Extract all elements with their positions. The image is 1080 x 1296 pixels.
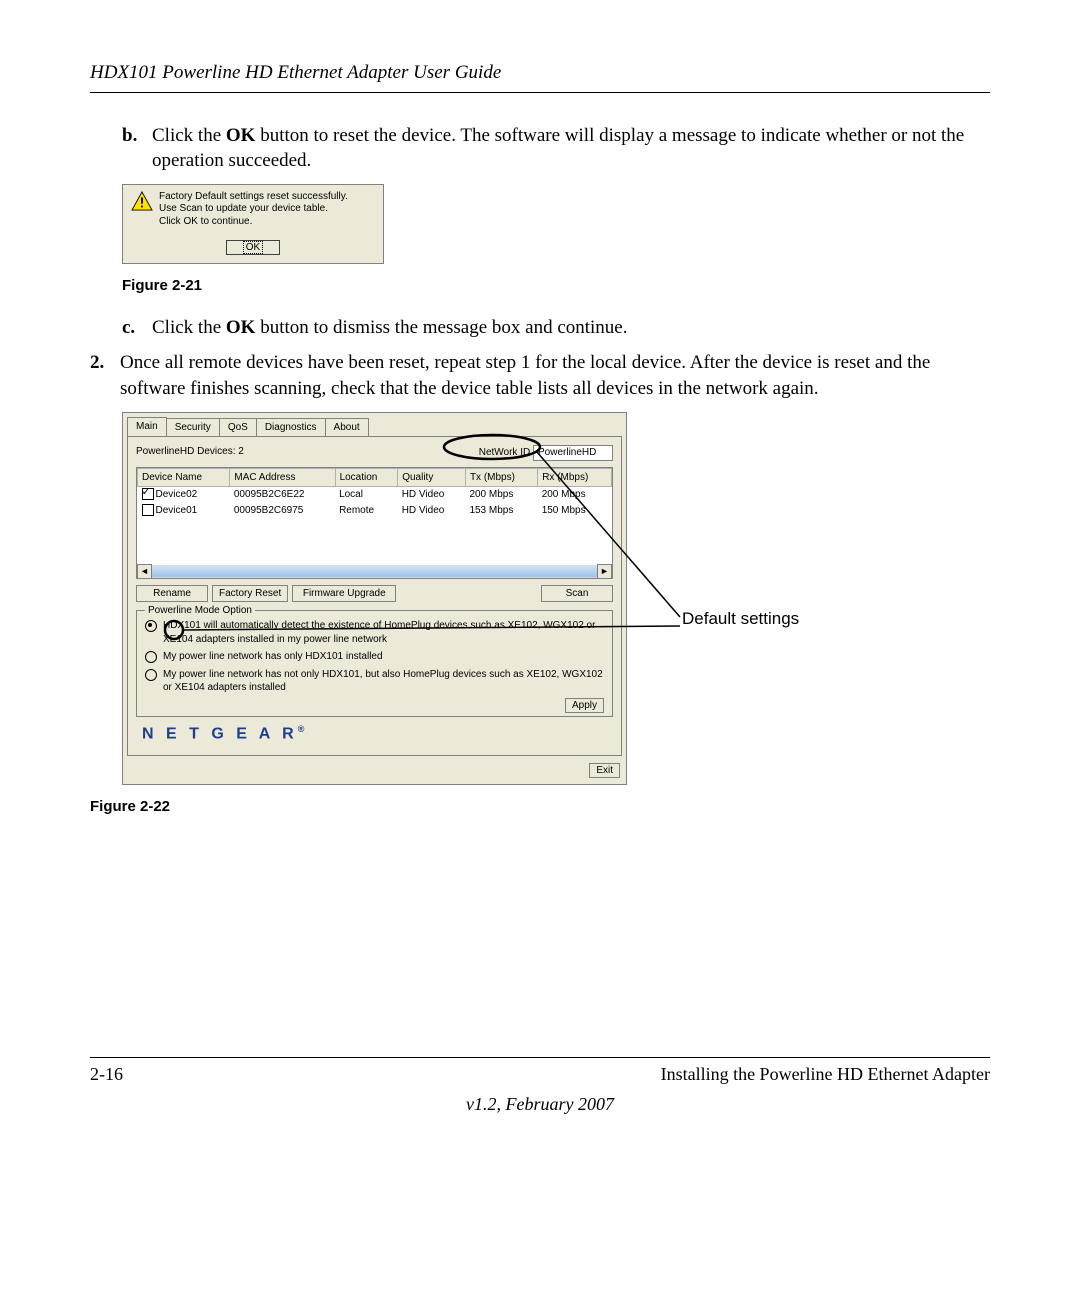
- section-title: Installing the Powerline HD Ethernet Ada…: [661, 1062, 990, 1086]
- col-device-name[interactable]: Device Name: [138, 468, 230, 487]
- radio-option-1-label: HDX101 will automatically detect the exi…: [163, 619, 604, 646]
- radio-option-3[interactable]: [145, 669, 157, 681]
- step-c-pre: Click the: [152, 317, 226, 338]
- msgbox-line3: Click OK to continue.: [159, 216, 375, 229]
- step-2-text: Once all remote devices have been reset,…: [120, 350, 990, 401]
- col-tx[interactable]: Tx (Mbps): [465, 468, 537, 487]
- radio-option-2[interactable]: [145, 651, 157, 663]
- netgear-logo: N E T G E A R®: [136, 717, 613, 747]
- step-b-pre: Click the: [152, 125, 226, 146]
- table-row[interactable]: Device01 00095B2C6975 Remote HD Video 15…: [138, 503, 612, 519]
- row0-checkbox[interactable]: [142, 488, 154, 500]
- scroll-right-icon[interactable]: ►: [597, 564, 612, 579]
- figure-2-21-caption: Figure 2-21: [122, 276, 990, 296]
- msgbox-ok-button[interactable]: OK: [226, 240, 280, 255]
- h-scrollbar[interactable]: ◄ ►: [137, 565, 612, 578]
- exit-button[interactable]: Exit: [589, 763, 620, 778]
- marker-b: b.: [122, 123, 152, 174]
- warning-icon: [131, 191, 153, 211]
- step-c: c. Click the OK button to dismiss the me…: [122, 315, 990, 341]
- networkid-field[interactable]: PowerlineHD: [533, 445, 613, 461]
- step-c-bold: OK: [226, 317, 256, 338]
- radio-option-1[interactable]: [145, 620, 157, 632]
- step-c-post: button to dismiss the message box and co…: [255, 317, 627, 338]
- figure-2-21-msgbox: Factory Default settings reset successfu…: [122, 184, 384, 265]
- step-b-bold: OK: [226, 125, 256, 146]
- col-location[interactable]: Location: [335, 468, 398, 487]
- rename-button[interactable]: Rename: [136, 585, 208, 603]
- factory-reset-button[interactable]: Factory Reset: [212, 585, 288, 603]
- tab-main[interactable]: Main: [127, 417, 167, 437]
- figure-2-22-appwindow: Main Security QoS Diagnostics About Powe…: [122, 412, 627, 785]
- networkid-label: NetWork ID: [479, 447, 531, 458]
- tab-bar: Main Security QoS Diagnostics About: [123, 413, 626, 437]
- scroll-left-icon[interactable]: ◄: [137, 564, 152, 579]
- step-2: 2. Once all remote devices have been res…: [90, 350, 990, 401]
- device-count: PowerlineHD Devices: 2: [136, 445, 244, 461]
- doc-version: v1.2, February 2007: [90, 1092, 990, 1116]
- row1-checkbox[interactable]: [142, 504, 154, 516]
- scan-button[interactable]: Scan: [541, 585, 613, 603]
- marker-2: 2.: [90, 350, 120, 401]
- apply-button[interactable]: Apply: [565, 698, 604, 713]
- marker-c: c.: [122, 315, 152, 341]
- figure-2-22-caption: Figure 2-22: [90, 797, 990, 817]
- radio-option-3-label: My power line network has not only HDX10…: [163, 668, 604, 695]
- msgbox-line2: Use Scan to update your device table.: [159, 203, 375, 216]
- firmware-upgrade-button[interactable]: Firmware Upgrade: [292, 585, 396, 603]
- group-legend: Powerline Mode Option: [145, 604, 255, 618]
- doc-header: HDX101 Powerline HD Ethernet Adapter Use…: [90, 60, 990, 93]
- device-table: Device Name MAC Address Location Quality…: [136, 467, 613, 579]
- col-rx[interactable]: Rx (Mbps): [538, 468, 612, 487]
- tab-about[interactable]: About: [325, 418, 369, 437]
- page-number: 2-16: [90, 1062, 123, 1086]
- powerline-mode-group: Powerline Mode Option HDX101 will automa…: [136, 610, 613, 717]
- table-row[interactable]: Device02 00095B2C6E22 Local HD Video 200…: [138, 487, 612, 503]
- tab-diagnostics[interactable]: Diagnostics: [256, 418, 326, 437]
- step-b-post: button to reset the device. The software…: [152, 125, 964, 172]
- step-b: b. Click the OK button to reset the devi…: [122, 123, 990, 174]
- tab-qos[interactable]: QoS: [219, 418, 257, 437]
- radio-option-2-label: My power line network has only HDX101 in…: [163, 650, 383, 664]
- tab-security[interactable]: Security: [166, 418, 220, 437]
- msgbox-line1: Factory Default settings reset successfu…: [159, 191, 375, 204]
- col-mac[interactable]: MAC Address: [230, 468, 335, 487]
- col-quality[interactable]: Quality: [398, 468, 466, 487]
- annotation-label: Default settings: [682, 609, 799, 629]
- footer: 2-16 Installing the Powerline HD Etherne…: [90, 1057, 990, 1117]
